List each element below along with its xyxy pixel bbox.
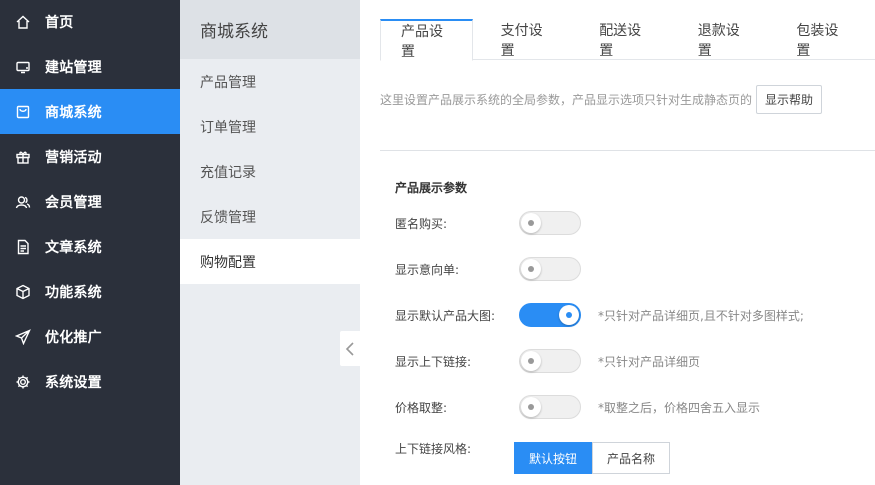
document-icon [14,238,32,256]
home-icon [14,13,32,31]
chevron-left-icon [345,341,354,356]
setting-row-anonymous-purchase: 匿名购买: [395,210,581,236]
setting-label: 上下链接风格: [395,442,472,456]
settings-notice: 这里设置产品展示系统的全局参数，产品显示选项只针对生成静态页的 显示帮助 [380,85,823,114]
collapse-sidebar-button[interactable] [340,331,360,366]
link-style-segmented: 默认按钮 产品名称 [514,442,671,474]
nav-item-label: 会员管理 [45,194,102,211]
setting-label: 显示意向单: [395,262,460,277]
settings-tabs: 产品设置 支付设置 配送设置 退款设置 包装设置 [380,19,875,61]
gear-icon [14,373,32,391]
setting-label: 显示上下链接: [395,354,472,369]
prev-next-links-toggle[interactable] [519,349,581,373]
main-panel: 产品设置 支付设置 配送设置 退款设置 包装设置 这里设置产品展示系统的全局参数… [360,0,875,485]
nav-item-marketing[interactable]: 营销活动 [0,134,180,179]
nav-item-label: 文章系统 [45,239,102,256]
setting-row-prev-next-links: 显示上下链接: *只针对产品详细页 [395,348,700,374]
sub-item-feedback[interactable]: 反馈管理 [180,194,360,239]
nav-item-site[interactable]: 建站管理 [0,44,180,89]
nav-item-label: 建站管理 [45,59,102,76]
setting-label: 价格取整: [395,400,448,415]
tab-product-settings[interactable]: 产品设置 [380,19,473,61]
setting-note: *只针对产品详细页 [598,354,701,369]
notice-text: 这里设置产品展示系统的全局参数，产品显示选项只针对生成静态页的 [380,93,753,107]
sub-item-recharge[interactable]: 充值记录 [180,149,360,194]
tab-shipping-settings[interactable]: 配送设置 [579,19,670,60]
nav-item-label: 优化推广 [45,329,102,346]
nav-item-label: 营销活动 [45,149,102,166]
sub-item-products[interactable]: 产品管理 [180,59,360,104]
tab-packaging-settings[interactable]: 包装设置 [776,19,867,60]
nav-item-label: 商城系统 [45,104,102,121]
sub-sidebar-title: 商城系统 [180,0,360,59]
setting-row-price-rounding: 价格取整: *取整之后，价格四舍五入显示 [395,394,760,420]
setting-note: *只针对产品详细页,且不针对多图样式; [598,308,804,323]
intent-list-toggle[interactable] [519,257,581,281]
nav-item-label: 首页 [45,15,74,31]
setting-row-link-style: 上下链接风格: 默认按钮 产品名称 [395,440,671,474]
link-style-default-button[interactable]: 默认按钮 [514,442,593,474]
setting-label: 匿名购买: [395,216,448,231]
divider [380,150,875,151]
price-rounding-toggle[interactable] [519,395,581,419]
sub-item-shopping-config[interactable]: 购物配置 [180,239,360,284]
tab-refund-settings[interactable]: 退款设置 [678,19,769,60]
nav-item-members[interactable]: 会员管理 [0,179,180,224]
gift-icon [14,148,32,166]
send-icon [14,328,32,346]
setting-note: *取整之后，价格四舍五入显示 [598,400,761,415]
nav-item-settings[interactable]: 系统设置 [0,359,180,404]
nav-item-home[interactable]: 首页 [0,0,180,44]
main-sidebar: 首页 建站管理 商城系统 营销活动 会员管理 文章系统 功能系统 优化推广 系统… [0,0,180,485]
users-icon [14,193,32,211]
sub-sidebar: 商城系统 产品管理 订单管理 充值记录 反馈管理 购物配置 [180,0,360,485]
nav-item-label: 功能系统 [45,284,102,301]
setting-row-default-large-image: 显示默认产品大图: *只针对产品详细页,且不针对多图样式; [395,302,804,328]
monitor-icon [14,58,32,76]
nav-item-seo[interactable]: 优化推广 [0,314,180,359]
tab-payment-settings[interactable]: 支付设置 [481,19,572,60]
shop-icon [14,103,32,121]
anonymous-purchase-toggle[interactable] [519,211,581,235]
show-help-button[interactable]: 显示帮助 [756,85,823,114]
link-style-product-name[interactable]: 产品名称 [592,442,671,474]
nav-item-label: 系统设置 [45,374,102,391]
cube-icon [14,283,32,301]
section-title: 产品展示参数 [395,181,468,195]
nav-item-features[interactable]: 功能系统 [0,269,180,314]
nav-item-shop[interactable]: 商城系统 [0,89,180,134]
sub-item-orders[interactable]: 订单管理 [180,104,360,149]
setting-row-intent-list: 显示意向单: [395,256,581,282]
setting-label: 显示默认产品大图: [395,308,496,323]
default-large-image-toggle[interactable] [519,303,581,327]
nav-item-articles[interactable]: 文章系统 [0,224,180,269]
